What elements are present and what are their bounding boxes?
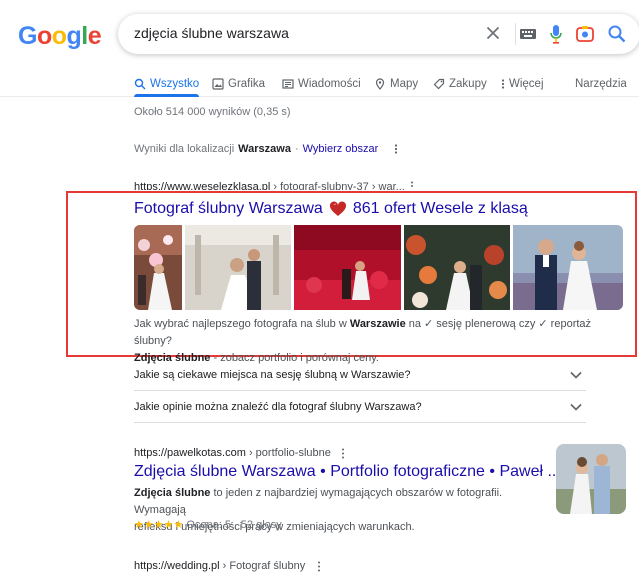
more-vert-icon[interactable] [317,561,321,572]
logo-letter: g [66,22,82,50]
more-vert-icon[interactable] [341,448,345,459]
result-title-link[interactable]: Zdjęcia ślubne Warszawa • Portfolio foto… [134,463,561,481]
snippet-line: Jak wybrać najlepszego fotografa na ślub… [134,316,624,350]
logo-letter: o [36,22,52,50]
rating-stars: ★★★★★ [134,519,184,531]
result-cite[interactable]: https://pawelkotas.com › portfolio-slubn… [134,447,331,459]
keyboard-icon[interactable] [519,26,537,42]
snippet-line: Zdjęcia ślubne to jeden z najbardziej wy… [134,485,546,519]
result-cite[interactable]: https://www.weselezklasa.pl › fotograf-s… [134,181,405,190]
location-prefix: Wyniki dla lokalizacji [134,143,235,155]
tab-label: Mapy [390,78,419,90]
google-logo[interactable]: Google [18,22,102,51]
snippet-bold: Zdjęcia ślubne [134,487,211,499]
question-text: Jakie są ciekawe miejsca na sesję ślubną… [134,368,411,381]
tab-images[interactable]: Grafika [212,72,265,96]
wedding-photo-thumbnail[interactable] [294,225,401,310]
tab-maps[interactable]: Mapy [374,72,418,96]
tab-tools[interactable]: Narzędzia [575,72,627,96]
result-thumbnail[interactable] [556,444,626,514]
divider [515,23,516,45]
result-stats: Około 514 000 wyników (0,35 s) [134,106,291,118]
search-icon [134,78,146,90]
camera-lens-icon[interactable] [574,23,596,45]
change-area-link[interactable]: Wybierz obszar [303,143,379,155]
chevron-down-icon [570,403,582,411]
more-vert-icon[interactable] [410,181,414,190]
chevron-down-icon [570,371,582,379]
result-title-text: 861 ofert Wesele z klasą [352,200,528,217]
logo-letter: o [51,22,67,50]
location-city: Warszawa [238,143,291,155]
related-question[interactable]: Jakie są ciekawe miejsca na sesję ślubną… [134,359,586,391]
news-icon [282,79,294,89]
tab-label: Wiadomości [298,78,361,90]
rating-text: Ocena: 5 · 52 głosy [186,519,282,531]
question-text: Jakie opinie można znaleźć dla fotograf … [134,400,422,413]
wedding-photo-thumbnail[interactable] [404,225,510,310]
cite-host: https://www.weselezklasa.pl [134,181,271,190]
related-question[interactable]: Jakie opinie można znaleźć dla fotograf … [134,391,586,423]
search-icon[interactable] [606,23,628,45]
search-tabs: Wszystko Grafika Wiadomości Mapy Zakupy … [0,72,639,97]
wedding-photo-thumbnail[interactable] [134,225,182,310]
cite-host: https://pawelkotas.com [134,447,246,459]
snippet-bold: Warszawie [349,318,406,330]
result-title-text: Fotograf ślubny Warszawa [134,200,323,217]
cite-path: › Fotograf ślubny [219,560,306,572]
heart-icon [329,201,346,216]
more-vert-icon[interactable] [394,143,398,155]
tab-label: Więcej [509,78,544,90]
search-input[interactable]: zdjęcia ślubne warszawa [134,25,289,41]
close-icon[interactable] [482,22,504,44]
tab-all[interactable]: Wszystko [134,72,200,97]
microphone-icon[interactable] [548,23,564,45]
tab-label: Narzędzia [575,78,627,90]
logo-letter: G [18,22,37,50]
map-pin-icon [375,78,385,90]
image-icon [212,78,224,90]
tab-shopping[interactable]: Zakupy [433,72,487,96]
wedding-photo-thumbnail[interactable] [513,225,623,310]
location-separator: · [294,143,299,155]
rating-row: ★★★★★ Ocena: 5 · 52 głosy [134,518,282,531]
search-box[interactable]: zdjęcia ślubne warszawa [118,14,639,54]
tab-more[interactable]: Więcej [501,72,544,96]
image-strip [134,225,623,310]
snippet-text: Jak wybrać najlepszego fotografa na ślub… [134,318,350,330]
tab-news[interactable]: Wiadomości [282,72,361,96]
result-cite[interactable]: https://wedding.pl › Fotograf ślubny [134,560,305,572]
tab-label: Zakupy [449,78,487,90]
cite-host: https://wedding.pl [134,560,220,572]
more-vert-icon [501,79,505,89]
cite-path: › portfolio-slubne [245,447,331,459]
tag-icon [433,78,445,90]
logo-letter: e [87,22,102,50]
tab-label: Grafika [228,78,266,90]
cite-path: › fotograf-slubny-37 › war... [270,181,405,190]
tab-label: Wszystko [150,78,200,90]
wedding-photo-thumbnail[interactable] [185,225,291,310]
result-title-link[interactable]: Fotograf ślubny Warszawa 861 ofert Wesel… [134,200,528,218]
location-notice: Wyniki dla lokalizacji Warszawa · Wybier… [134,143,398,155]
